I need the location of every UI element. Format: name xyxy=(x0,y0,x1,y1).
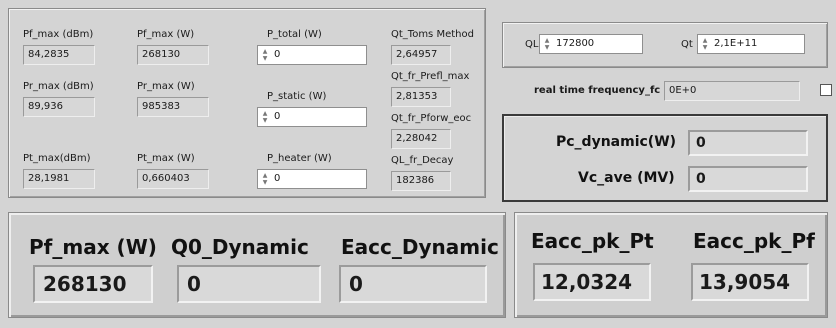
p-static-value[interactable]: 0 xyxy=(274,111,280,122)
p-heater-value[interactable]: 0 xyxy=(274,173,280,184)
p-total-spinner[interactable]: ▲ ▼ xyxy=(260,48,270,62)
p-total-value[interactable]: 0 xyxy=(274,49,280,60)
pr-max-dbm-label: Pr_max (dBm) xyxy=(23,81,94,92)
spin-down-icon[interactable]: ▼ xyxy=(545,44,550,51)
p-static-label: P_static (W) xyxy=(267,91,327,102)
vc-ave-label: Vc_ave (MV) xyxy=(578,170,675,186)
qt-prefl-label: Qt_fr_Prefl_max xyxy=(391,71,470,82)
eacc-dynamic-indicator: 0 xyxy=(339,265,487,303)
p-heater-spinner[interactable]: ▲ ▼ xyxy=(260,172,270,186)
eacc-pk-pt-label: Eacc_pk_Pt xyxy=(531,229,654,253)
ql-spinner[interactable]: ▲ ▼ xyxy=(542,37,552,51)
qt-pforw-label: Qt_fr_Pforw_eoc xyxy=(391,113,472,124)
ql-label: QL xyxy=(525,39,539,50)
spin-down-icon[interactable]: ▼ xyxy=(263,179,268,186)
pc-dynamic-label: Pc_dynamic(W) xyxy=(556,134,677,150)
spin-up-icon[interactable]: ▲ xyxy=(263,172,268,179)
pc-dynamic-indicator: 0 xyxy=(688,130,808,156)
pf-max-dbm-indicator: 84,2835 xyxy=(23,45,95,65)
spin-up-icon[interactable]: ▲ xyxy=(703,37,708,44)
pf-max-big-indicator: 268130 xyxy=(33,265,153,303)
spin-up-icon[interactable]: ▲ xyxy=(545,37,550,44)
pf-max-dbm-label: Pf_max (dBm) xyxy=(23,29,94,40)
p-static-control[interactable]: ▲ ▼ 0 xyxy=(257,107,367,127)
qt-spinner[interactable]: ▲ ▼ xyxy=(700,37,710,51)
eacc-dynamic-label: Eacc_Dynamic xyxy=(341,235,499,259)
q0-dynamic-label: Q0_Dynamic xyxy=(171,235,309,259)
pt-max-w-label: Pt_max (W) xyxy=(137,153,195,164)
p-heater-control[interactable]: ▲ ▼ 0 xyxy=(257,169,367,189)
qt-prefl-indicator: 2,81353 xyxy=(391,87,451,107)
qt-toms-indicator: 2,64957 xyxy=(391,45,451,65)
p-static-spinner[interactable]: ▲ ▼ xyxy=(260,110,270,124)
fc-indicator: 0E+0 xyxy=(664,81,800,101)
q0-dynamic-indicator: 0 xyxy=(177,265,321,303)
summary-panel: Pf_max (W) 268130 Q0_Dynamic 0 Eacc_Dyna… xyxy=(8,212,506,318)
fc-label: real time frequency_fc xyxy=(534,85,661,96)
measurements-panel: Pf_max (dBm) 84,2835 Pf_max (W) 268130 P… xyxy=(8,8,486,198)
pt-max-dbm-indicator: 28,1981 xyxy=(23,169,95,189)
dynamic-panel: Pc_dynamic(W) 0 Vc_ave (MV) 0 xyxy=(502,114,828,202)
peak-panel: Eacc_pk_Pt 12,0324 Eacc_pk_Pf 13,9054 xyxy=(514,212,828,318)
p-total-label: P_total (W) xyxy=(267,29,322,40)
ql-decay-label: QL_fr_Decay xyxy=(391,155,454,166)
qt-pforw-indicator: 2,28042 xyxy=(391,129,451,149)
spin-up-icon[interactable]: ▲ xyxy=(263,110,268,117)
spin-up-icon[interactable]: ▲ xyxy=(263,48,268,55)
eacc-pk-pt-indicator: 12,0324 xyxy=(533,263,651,301)
pr-max-w-indicator: 985383 xyxy=(137,97,209,117)
pt-max-w-indicator: 0,660403 xyxy=(137,169,209,189)
pr-max-dbm-indicator: 89,936 xyxy=(23,97,95,117)
ql-control[interactable]: ▲ ▼ 172800 xyxy=(539,34,643,54)
pt-max-dbm-label: Pt_max(dBm) xyxy=(23,153,91,164)
pf-max-w-indicator: 268130 xyxy=(137,45,209,65)
spin-down-icon[interactable]: ▼ xyxy=(263,117,268,124)
eacc-pk-pf-indicator: 13,9054 xyxy=(691,263,809,301)
spin-down-icon[interactable]: ▼ xyxy=(263,55,268,62)
ql-decay-indicator: 182386 xyxy=(391,171,451,191)
q-controls-panel: QL ▲ ▼ 172800 Qt ▲ ▼ 2,1E+11 xyxy=(502,22,828,68)
pf-max-w-label: Pf_max (W) xyxy=(137,29,195,40)
qt-label: Qt xyxy=(681,39,693,50)
fc-checkbox[interactable] xyxy=(820,84,832,96)
ql-value[interactable]: 172800 xyxy=(556,38,594,49)
pf-max-big-label: Pf_max (W) xyxy=(29,235,157,259)
qt-toms-label: Qt_Toms Method xyxy=(391,29,474,40)
p-heater-label: P_heater (W) xyxy=(267,153,332,164)
spin-down-icon[interactable]: ▼ xyxy=(703,44,708,51)
p-total-control[interactable]: ▲ ▼ 0 xyxy=(257,45,367,65)
eacc-pk-pf-label: Eacc_pk_Pf xyxy=(693,229,815,253)
pr-max-w-label: Pr_max (W) xyxy=(137,81,195,92)
qt-control[interactable]: ▲ ▼ 2,1E+11 xyxy=(697,34,805,54)
vc-ave-indicator: 0 xyxy=(688,166,808,192)
qt-value[interactable]: 2,1E+11 xyxy=(714,38,757,49)
